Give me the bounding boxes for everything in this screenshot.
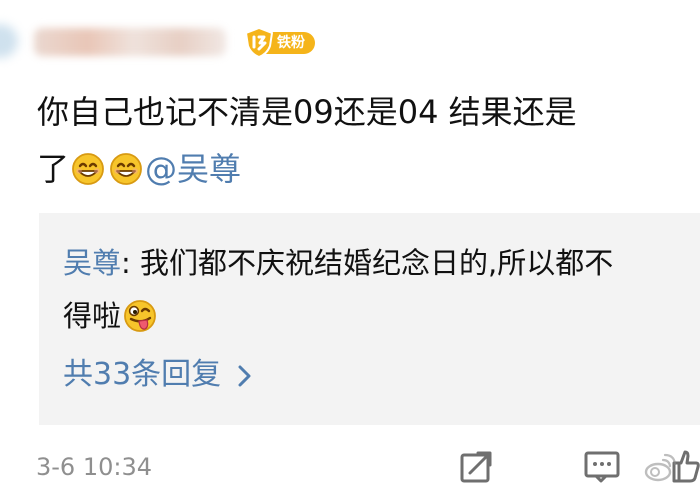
weibo-logo-icon bbox=[642, 451, 677, 485]
comment-preview-card[interactable]: 吴尊: 我们都不庆祝结婚纪念日的,所以都不 得啦 共33条回复 bbox=[39, 213, 700, 425]
view-replies-label: 共33条回复 bbox=[63, 357, 222, 392]
comment-separator: : bbox=[121, 246, 141, 280]
comment-author-link[interactable]: 吴尊 bbox=[63, 246, 121, 280]
comment-line-1: 吴尊: 我们都不庆祝结婚纪念日的,所以都不 bbox=[63, 237, 700, 290]
view-replies-link[interactable]: 共33条回复 bbox=[63, 350, 253, 400]
share-icon[interactable] bbox=[458, 447, 496, 485]
post-header: 铁粉 bbox=[0, 22, 700, 62]
avatar[interactable] bbox=[0, 24, 18, 58]
comment-line-2: 得啦 bbox=[63, 290, 700, 343]
fan-badge-icon bbox=[244, 27, 274, 58]
grinning-face-icon bbox=[69, 152, 107, 186]
comment-preview-text: 吴尊: 我们都不庆祝结婚纪念日的,所以都不 得啦 bbox=[63, 237, 700, 343]
post-text-line-2: 了 @吴尊 bbox=[37, 141, 700, 198]
post-text-line-1: 你自己也记不清是09还是04 结果还是 bbox=[37, 93, 577, 131]
post-timestamp: 3-6 10:34 bbox=[36, 453, 152, 481]
comment-icon[interactable] bbox=[583, 447, 621, 485]
post-text: 你自己也记不清是09还是04 结果还是 了 @吴尊 bbox=[37, 84, 700, 198]
comment-line-2-text: 得啦 bbox=[63, 299, 122, 333]
silly-tongue-face-icon bbox=[121, 299, 159, 333]
mention-link[interactable]: @吴尊 bbox=[145, 150, 241, 188]
chevron-right-icon bbox=[237, 363, 253, 389]
fan-badge[interactable]: 铁粉 bbox=[244, 27, 324, 58]
username-blurred[interactable] bbox=[34, 28, 226, 56]
comment-line-1-text: 我们都不庆祝结婚纪念日的,所以都不 bbox=[140, 246, 614, 280]
grinning-face-icon bbox=[107, 152, 145, 186]
post-text-line-2-prefix: 了 bbox=[37, 150, 70, 188]
